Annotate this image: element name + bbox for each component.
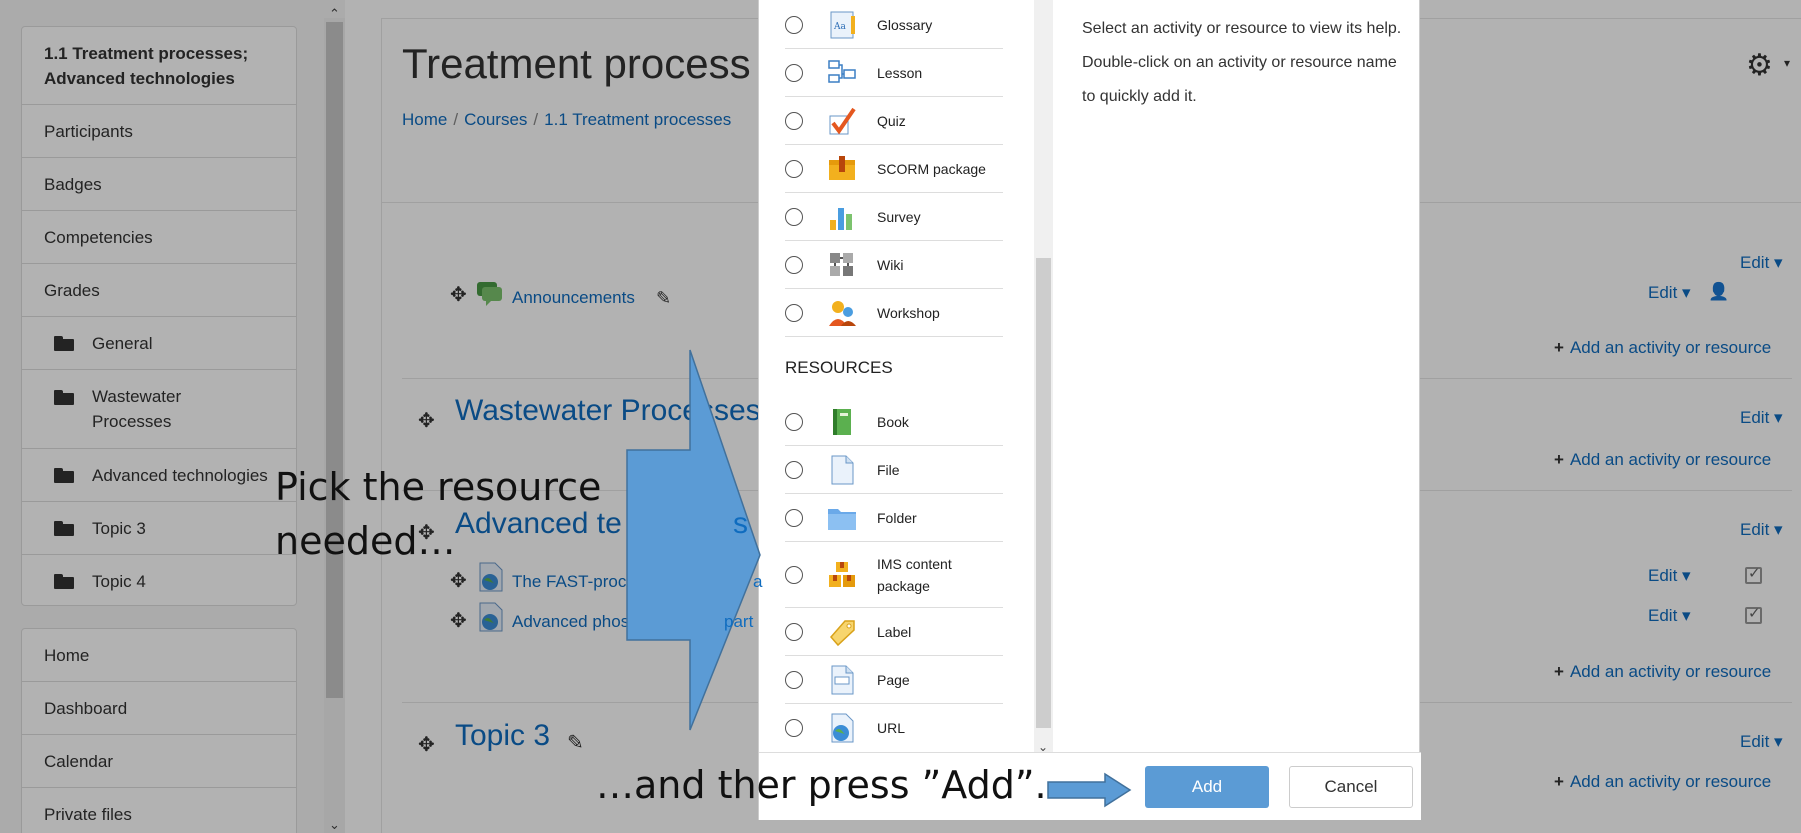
callout-press-text: …and ther press ”Add”. (596, 763, 1047, 807)
callout-arrows (626, 349, 1132, 808)
section-title-fragment: s (733, 507, 748, 540)
callout-arrow-add (1047, 772, 1132, 808)
activity-link-fragment: part (724, 612, 754, 631)
activity-link-fragment: a (753, 572, 763, 591)
callout-pick-text: Pick the resource needed… (275, 465, 602, 563)
